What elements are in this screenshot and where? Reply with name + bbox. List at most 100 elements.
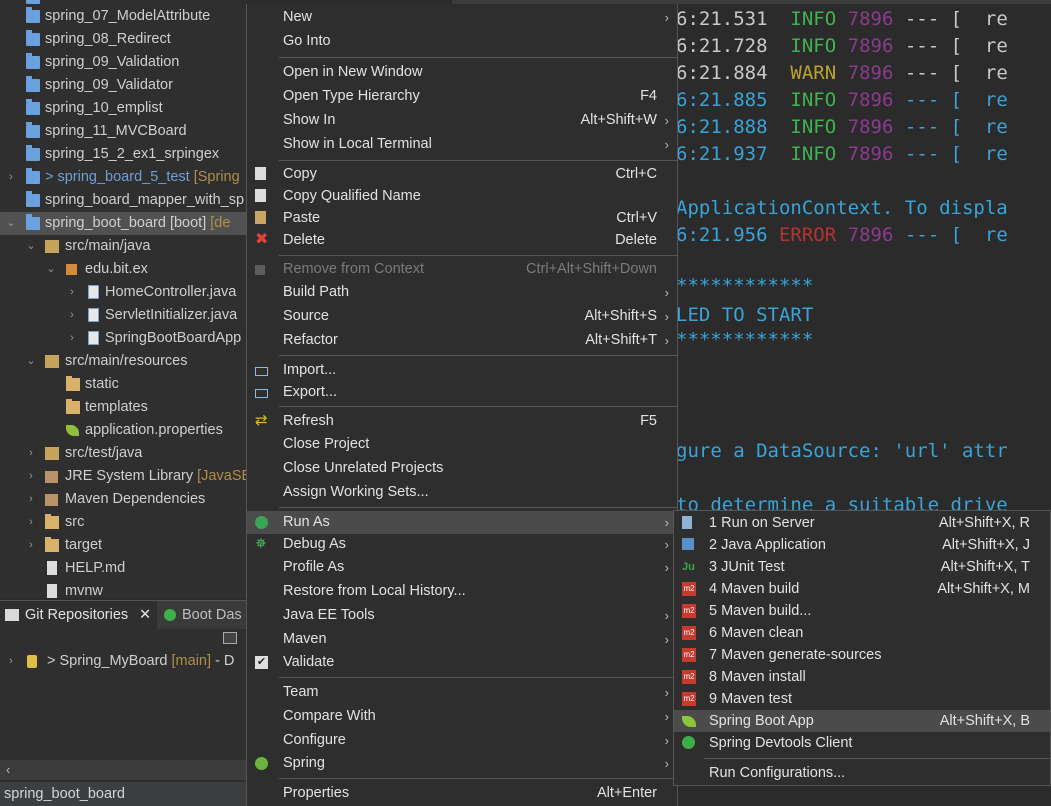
- menu-item-open-type-hierarchy[interactable]: Open Type Hierarchy F4: [247, 85, 677, 108]
- tree-item-label: spring_09_Validator: [45, 77, 173, 93]
- submenu-item-maven-clean[interactable]: m2 6 Maven clean: [674, 622, 1050, 644]
- menu-item-show-in[interactable]: Show In Alt+Shift+W ›: [247, 109, 677, 132]
- menu-item-debug-as[interactable]: ✵ Debug As ›: [247, 533, 677, 556]
- tree-item-file[interactable]: HELP.md: [0, 557, 246, 580]
- tree-item-project[interactable]: spring_11_MVCBoard: [0, 120, 246, 143]
- export-icon: [255, 389, 268, 398]
- tree-item-properties-file[interactable]: application.properties: [0, 419, 246, 442]
- tree-item-java-file[interactable]: › HomeController.java: [0, 281, 246, 304]
- menu-item-export[interactable]: Export...: [247, 381, 677, 404]
- menu-item-assign-working-sets[interactable]: Assign Working Sets...: [247, 481, 677, 504]
- menu-item-close-unrelated[interactable]: Close Unrelated Projects: [247, 457, 677, 480]
- menu-item-configure[interactable]: Configure ›: [247, 729, 677, 752]
- console-line: gure a DataSource: 'url' attr: [676, 440, 1008, 462]
- expand-arrow-icon[interactable]: ›: [66, 304, 78, 327]
- menu-item-delete[interactable]: ✖ Delete Delete: [247, 229, 677, 252]
- menu-item-run-as[interactable]: Run As ›: [247, 511, 677, 534]
- tab-git-repositories[interactable]: Git Repositories ✕: [0, 601, 157, 629]
- tree-item-folder[interactable]: › target: [0, 534, 246, 557]
- menu-item-copy-qualified-name[interactable]: Copy Qualified Name: [247, 185, 677, 208]
- tree-item-project[interactable]: spring_board_mapper_with_sp: [0, 189, 246, 212]
- menu-item-compare-with[interactable]: Compare With ›: [247, 705, 677, 728]
- submenu-item-java-application[interactable]: 2 Java Application Alt+Shift+X, J: [674, 534, 1050, 556]
- tree-item-label: spring_07_ModelAttribute: [45, 8, 211, 24]
- menu-item-spring[interactable]: Spring ›: [247, 752, 677, 775]
- menu-item-source[interactable]: Source Alt+Shift+S ›: [247, 305, 677, 328]
- collapse-arrow-icon[interactable]: ⌄: [45, 258, 57, 281]
- project-icon: [26, 0, 40, 4]
- tree-item-java-file[interactable]: › SpringBootBoardApp: [0, 327, 246, 350]
- tab-boot-dashboard[interactable]: Boot Das: [160, 601, 246, 629]
- horizontal-scrollbar[interactable]: ‹: [0, 760, 246, 780]
- menu-item-maven[interactable]: Maven ›: [247, 628, 677, 651]
- collapse-arrow-icon[interactable]: ⌄: [5, 212, 17, 235]
- expand-arrow-icon[interactable]: ›: [25, 488, 37, 511]
- tree-item-repository[interactable]: › > Spring_MyBoard [main] - D: [0, 650, 246, 673]
- submenu-item-spring-devtools-client[interactable]: Spring Devtools Client: [674, 732, 1050, 754]
- submenu-item-run-on-server[interactable]: 1 Run on Server Alt+Shift+X, R: [674, 512, 1050, 534]
- menu-item-refactor[interactable]: Refactor Alt+Shift+T ›: [247, 329, 677, 352]
- menu-item-java-ee-tools[interactable]: Java EE Tools ›: [247, 604, 677, 627]
- close-icon[interactable]: ✕: [139, 601, 151, 629]
- expand-arrow-icon[interactable]: ›: [25, 442, 37, 465]
- tree-item-project[interactable]: spring_15_2_ex1_srpingex: [0, 143, 246, 166]
- tree-item-file[interactable]: mvnw: [0, 580, 246, 598]
- tree-item-library[interactable]: › Maven Dependencies: [0, 488, 246, 511]
- tree-item-label: static: [85, 376, 119, 392]
- menu-item-new[interactable]: New ›: [247, 6, 677, 29]
- submenu-item-maven-build-config[interactable]: m2 5 Maven build...: [674, 600, 1050, 622]
- tree-item-project[interactable]: spring_07_ModelAttribute: [0, 5, 246, 28]
- tree-item-package[interactable]: ⌄ edu.bit.ex: [0, 258, 246, 281]
- tree-item-source-folder[interactable]: › src/test/java: [0, 442, 246, 465]
- menu-item-refresh[interactable]: ⇄ Refresh F5: [247, 410, 677, 433]
- submenu-item-maven-install[interactable]: m2 8 Maven install: [674, 666, 1050, 688]
- tree-item-project[interactable]: spring_08_Redirect: [0, 28, 246, 51]
- expand-arrow-icon[interactable]: ›: [5, 650, 17, 673]
- tree-item-label: src/main/resources: [65, 353, 188, 369]
- tree-item-java-file[interactable]: › ServletInitializer.java: [0, 304, 246, 327]
- menu-item-build-path[interactable]: Build Path ›: [247, 281, 677, 304]
- tree-item-source-folder[interactable]: ⌄ src/main/resources: [0, 350, 246, 373]
- menu-item-close-project[interactable]: Close Project: [247, 433, 677, 456]
- tree-item-project[interactable]: spring_09_Validator: [0, 74, 246, 97]
- submenu-item-run-configurations[interactable]: Run Configurations...: [674, 762, 1050, 784]
- menu-item-go-into[interactable]: Go Into: [247, 30, 677, 53]
- tree-item-folder[interactable]: templates: [0, 396, 246, 419]
- repository-icon: [27, 655, 37, 668]
- menu-item-validate[interactable]: ✔ Validate: [247, 651, 677, 674]
- menu-item-show-local-terminal[interactable]: Show in Local Terminal ›: [247, 133, 677, 156]
- submenu-item-maven-build[interactable]: m2 4 Maven build Alt+Shift+X, M: [674, 578, 1050, 600]
- menu-item-restore-history[interactable]: Restore from Local History...: [247, 580, 677, 603]
- menu-item-copy[interactable]: Copy Ctrl+C: [247, 163, 677, 186]
- tree-item-project[interactable]: › > spring_board_5_test [Spring: [0, 166, 246, 189]
- menu-item-paste[interactable]: Paste Ctrl+V: [247, 207, 677, 230]
- submenu-item-junit-test[interactable]: Ju 3 JUnit Test Alt+Shift+X, T: [674, 556, 1050, 578]
- menu-item-import[interactable]: Import...: [247, 359, 677, 382]
- menu-item-profile-as[interactable]: Profile As ›: [247, 556, 677, 579]
- menu-item-open-new-window[interactable]: Open in New Window: [247, 61, 677, 84]
- expand-arrow-icon[interactable]: ›: [66, 327, 78, 350]
- collapse-arrow-icon[interactable]: ⌄: [25, 350, 37, 373]
- scroll-left-icon[interactable]: ‹: [6, 762, 10, 777]
- collapse-all-icon[interactable]: [223, 632, 237, 644]
- expand-arrow-icon[interactable]: ›: [5, 166, 17, 189]
- expand-arrow-icon[interactable]: ›: [25, 511, 37, 534]
- tree-item-label: spring_08_Redirect: [45, 31, 171, 47]
- menu-item-properties[interactable]: Properties Alt+Enter: [247, 782, 677, 805]
- tree-item-project-selected[interactable]: ⌄ spring_boot_board [boot] [de: [0, 212, 246, 235]
- collapse-arrow-icon[interactable]: ⌄: [25, 235, 37, 258]
- tree-item-folder[interactable]: static: [0, 373, 246, 396]
- expand-arrow-icon[interactable]: ›: [25, 534, 37, 557]
- tree-item-folder[interactable]: › src: [0, 511, 246, 534]
- tree-item-source-folder[interactable]: ⌄ src/main/java: [0, 235, 246, 258]
- submenu-item-spring-boot-app[interactable]: Spring Boot App Alt+Shift+X, B: [674, 710, 1050, 732]
- file-icon: [47, 584, 57, 598]
- expand-arrow-icon[interactable]: ›: [66, 281, 78, 304]
- menu-item-team[interactable]: Team ›: [247, 681, 677, 704]
- submenu-item-maven-test[interactable]: m2 9 Maven test: [674, 688, 1050, 710]
- tree-item-project[interactable]: spring_10_emplist: [0, 97, 246, 120]
- submenu-item-maven-generate-sources[interactable]: m2 7 Maven generate-sources: [674, 644, 1050, 666]
- tree-item-project[interactable]: spring_09_Validation: [0, 51, 246, 74]
- tree-item-library[interactable]: › JRE System Library [JavaSE-: [0, 465, 246, 488]
- expand-arrow-icon[interactable]: ›: [25, 465, 37, 488]
